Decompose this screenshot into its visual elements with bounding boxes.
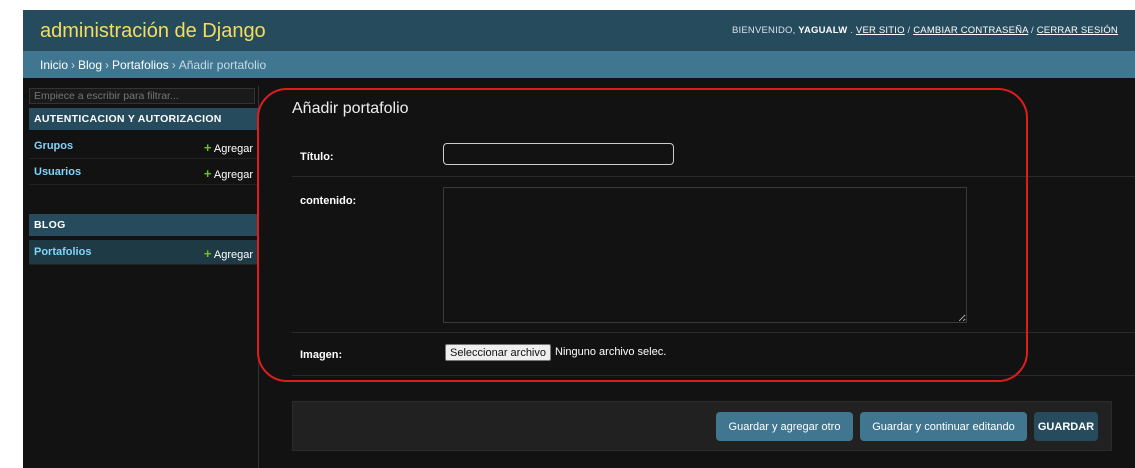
save-and-continue-button[interactable]: Guardar y continuar editando (860, 412, 1027, 441)
logout-link[interactable]: CERRAR SESIÓN (1037, 25, 1118, 36)
model-link-portafolios[interactable]: Portafolios (34, 246, 91, 258)
toggle-nav-sidebar-icon[interactable]: « (23, 317, 28, 333)
add-usuarios-link[interactable]: + Agregar (204, 166, 253, 181)
username: YAGUALW (798, 25, 848, 36)
module-caption-blog[interactable]: BLOG (29, 214, 259, 236)
separator: / (1031, 25, 1034, 36)
nav-filter-input[interactable] (29, 88, 255, 104)
file-select-button[interactable]: Seleccionar archivo (445, 344, 551, 361)
sidebar-item-portafolios: Portafolios + Agregar (29, 240, 259, 265)
view-site-link[interactable]: VER SITIO (856, 25, 905, 36)
submit-row: Guardar y agregar otro Guardar y continu… (292, 401, 1112, 451)
model-link-grupos[interactable]: Grupos (34, 140, 73, 152)
breadcrumb-portafolios[interactable]: Portafolios (112, 58, 169, 72)
save-button[interactable]: GUARDAR (1034, 412, 1098, 441)
titulo-input[interactable] (443, 143, 674, 165)
breadcrumb-separator: › (171, 58, 176, 72)
titulo-label: Título: (300, 151, 334, 163)
breadcrumb-separator: › (105, 58, 110, 72)
breadcrumb-current: Añadir portafolio (178, 58, 267, 72)
contenido-label: contenido: (300, 195, 357, 207)
page-title: Añadir portafolio (292, 100, 409, 117)
plus-icon: + (203, 140, 212, 155)
welcome-text: BIENVENIDO, (732, 25, 796, 36)
save-and-add-another-button[interactable]: Guardar y agregar otro (716, 412, 853, 441)
breadcrumb: Inicio › Blog › Portafolios › Añadir portafoli… (23, 51, 1135, 78)
sidebar-item-usuarios: Usuarios + Agregar (29, 160, 259, 185)
add-portafolios-link[interactable]: + Agregar (204, 246, 253, 261)
breadcrumb-separator: › (71, 58, 76, 72)
user-tools: BIENVENIDO, YAGUALW . VER SITIO / CAMBIA… (732, 25, 1118, 36)
form-row-contenido: contenido: (292, 177, 1135, 333)
file-status-text: Ninguno archivo selec. (555, 346, 667, 358)
imagen-label: Imagen: (300, 349, 343, 361)
model-link-usuarios[interactable]: Usuarios (34, 166, 81, 178)
plus-icon: + (203, 246, 212, 261)
sidebar-item-grupos: Grupos + Agregar (29, 134, 259, 159)
breadcrumb-home[interactable]: Inicio (40, 58, 68, 72)
module-caption-auth[interactable]: AUTENTICACION Y AUTORIZACION (29, 108, 259, 130)
form-row-titulo: Título: (292, 134, 1135, 177)
separator: / (907, 25, 911, 36)
form-row-imagen: Imagen: Seleccionar archivo Ninguno arch… (292, 333, 1135, 376)
django-admin-screen: administración de Django BIENVENIDO, YAG… (23, 10, 1135, 468)
site-branding[interactable]: administración de Django (40, 20, 266, 43)
admin-header: administración de Django BIENVENIDO, YAG… (23, 10, 1135, 51)
plus-icon: + (203, 166, 212, 181)
nav-sidebar: AUTENTICACION Y AUTORIZACION Grupos + Ag… (23, 86, 259, 468)
breadcrumb-blog[interactable]: Blog (78, 58, 102, 72)
change-password-link[interactable]: CAMBIAR CONTRASEÑA (913, 25, 1028, 36)
add-grupos-link[interactable]: + Agregar (204, 140, 253, 155)
contenido-textarea[interactable] (443, 187, 967, 323)
